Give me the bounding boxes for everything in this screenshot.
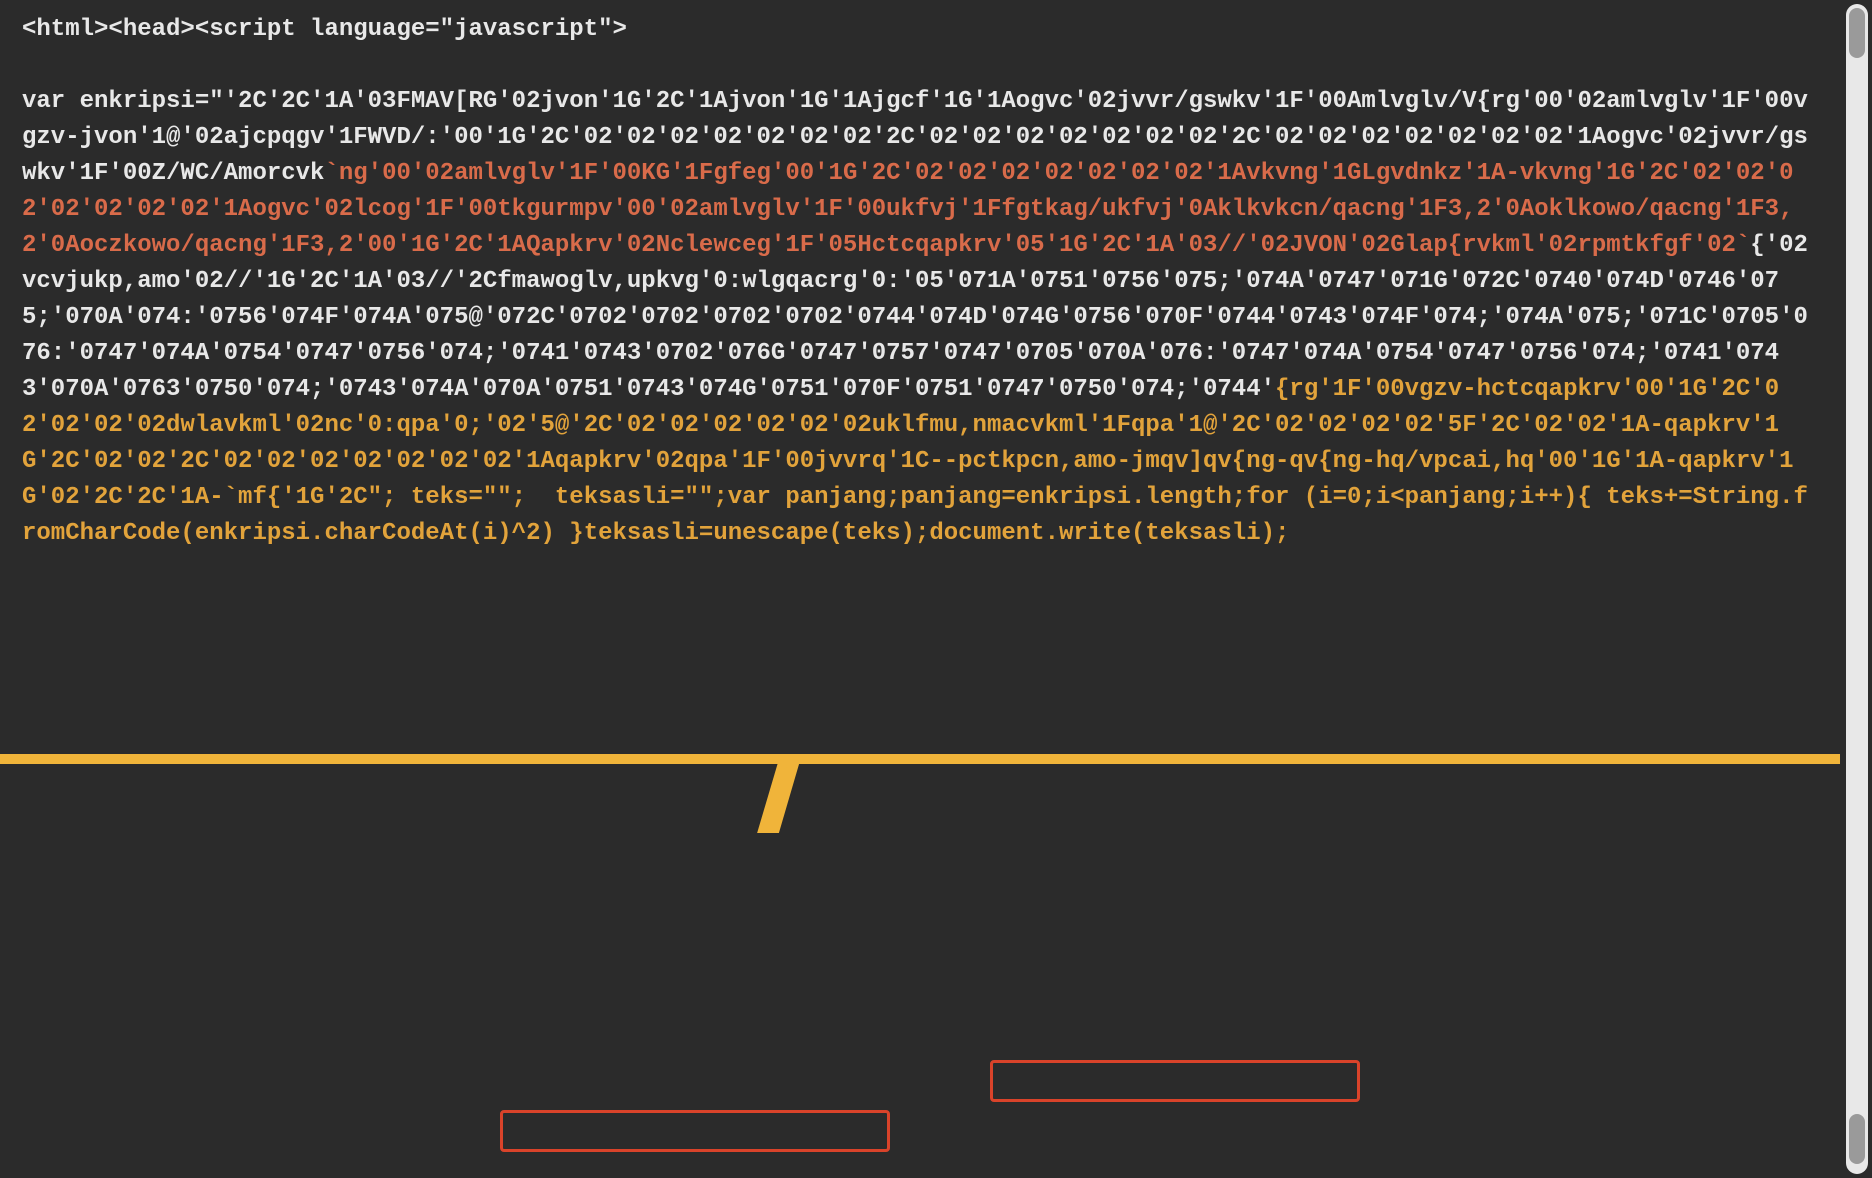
scrollbar-thumb-top[interactable] [1849,8,1865,58]
scrollbar-track[interactable] [1846,4,1868,1174]
snip-bar [0,754,1840,764]
obfuscated-source: <html><head><script language="javascript… [22,12,1818,552]
scrollbar-thumb-bottom[interactable] [1849,1114,1865,1164]
code-viewport: <html><head><script language="javascript… [0,0,1840,1178]
snip-slashes-icon: // [752,722,787,872]
snip-overlay: // [0,748,1840,786]
